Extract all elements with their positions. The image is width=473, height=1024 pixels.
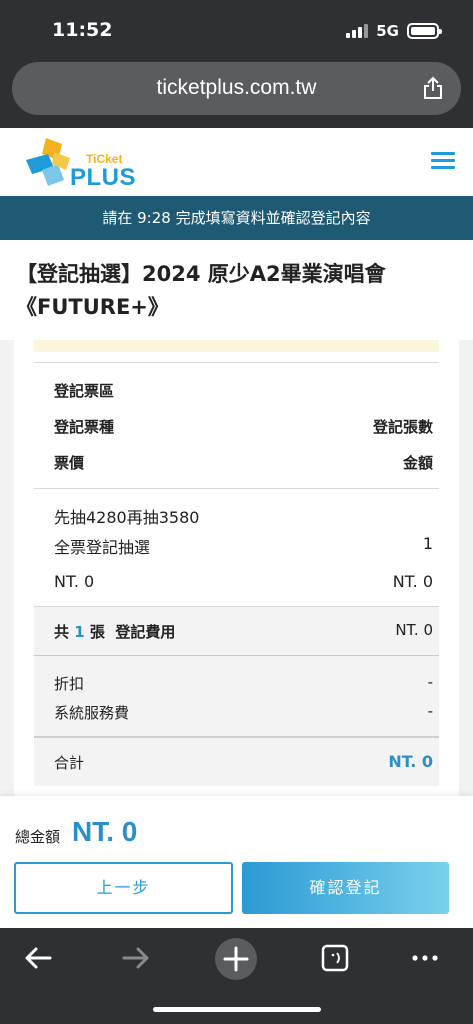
tabs-icon[interactable]: [320, 940, 350, 976]
item-price: NT. 0: [54, 572, 95, 591]
total-value: NT. 0: [72, 816, 138, 847]
timer-notice: 請在 9:28 完成填寫資料並確認登記內容: [0, 196, 473, 240]
item-amount: NT. 0: [392, 572, 433, 591]
service-fee-label: 系統服務費: [54, 704, 130, 722]
more-options-icon[interactable]: [410, 940, 440, 976]
count-row: 共 1 張 登記費用 NT. 0: [54, 621, 433, 642]
order-summary: 登記票區 登記票種 登記張數 票價 金額 先抽4280再抽3580 全票登記抽選…: [0, 340, 473, 796]
notice-strip: [34, 340, 439, 352]
browser-chrome: 11:52 5G ticketplus.com.tw: [0, 0, 473, 128]
count-row-text: 共 1 張 登記費用: [54, 621, 175, 642]
url-text: ticketplus.com.tw: [156, 76, 317, 99]
status-time: 11:52: [52, 19, 113, 41]
new-tab-icon[interactable]: [214, 937, 258, 981]
discount-value: -: [427, 673, 433, 691]
share-icon[interactable]: [423, 76, 443, 100]
service-fee-value: -: [427, 702, 433, 720]
item-type-row: 全票登記抽選 1: [54, 534, 433, 558]
service-fee-row: 系統服務費 -: [54, 702, 433, 723]
signal-icon: [346, 24, 369, 38]
item-price-row: NT. 0 NT. 0: [54, 572, 433, 591]
subtotal-row: 合計 NT. 0: [54, 752, 433, 773]
browser-toolbar: [0, 928, 473, 1024]
count-prefix: 共: [54, 623, 70, 641]
address-bar[interactable]: ticketplus.com.tw: [12, 62, 461, 115]
count-suffix: 張 登記費用: [89, 623, 176, 641]
status-icons: 5G: [346, 22, 442, 40]
header-row-zone: 登記票區: [54, 380, 433, 401]
fees-band: [34, 656, 439, 736]
item-count: 1: [422, 534, 433, 553]
event-title-line2: 《FUTURE+》: [16, 295, 169, 319]
confirm-register-button[interactable]: 確認登記: [242, 862, 449, 914]
discount-row: 折扣 -: [54, 673, 433, 694]
forward-arrow-icon[interactable]: [120, 940, 152, 976]
ticket-count: 1: [74, 623, 85, 641]
amount-label: 金額: [402, 454, 433, 472]
home-indicator: [153, 1007, 321, 1012]
item-type: 全票登記抽選: [54, 538, 151, 557]
registration-fee: NT. 0: [395, 621, 433, 639]
divider: [34, 362, 439, 363]
subtotal-label: 合計: [54, 754, 85, 772]
back-button[interactable]: 上一步: [14, 862, 233, 914]
event-title: 【登記抽選】2024 原少A2畢業演唱會 《FUTURE+》: [0, 240, 473, 340]
header-row-price: 票價 金額: [54, 452, 433, 473]
item-zone: 先抽4280再抽3580: [54, 508, 200, 527]
item-zone-row: 先抽4280再抽3580: [54, 504, 433, 528]
total-label: 總金額: [15, 828, 61, 846]
event-title-line1: 【登記抽選】2024 原少A2畢業演唱會: [16, 262, 386, 286]
subtotal-value: NT. 0: [388, 752, 433, 771]
site-header: TiCket PLUS: [0, 128, 473, 196]
discount-label: 折扣: [54, 675, 85, 693]
zone-label: 登記票區: [54, 382, 115, 400]
price-label: 票價: [54, 454, 85, 472]
count-label: 登記張數: [372, 418, 433, 436]
network-label: 5G: [376, 22, 399, 40]
type-label: 登記票種: [54, 418, 115, 436]
divider: [34, 488, 439, 489]
total-panel: 總金額 NT. 0 上一步 確認登記: [0, 796, 473, 928]
header-row-type: 登記票種 登記張數: [54, 416, 433, 437]
summary-card: 登記票區 登記票種 登記張數 票價 金額 先抽4280再抽3580 全票登記抽選…: [14, 340, 459, 796]
back-arrow-icon[interactable]: [22, 940, 54, 976]
hamburger-menu-icon[interactable]: [431, 152, 455, 172]
ticketplus-logo[interactable]: TiCket PLUS: [24, 134, 137, 192]
logo-big-text: PLUS: [70, 164, 137, 191]
battery-icon: [407, 23, 442, 39]
